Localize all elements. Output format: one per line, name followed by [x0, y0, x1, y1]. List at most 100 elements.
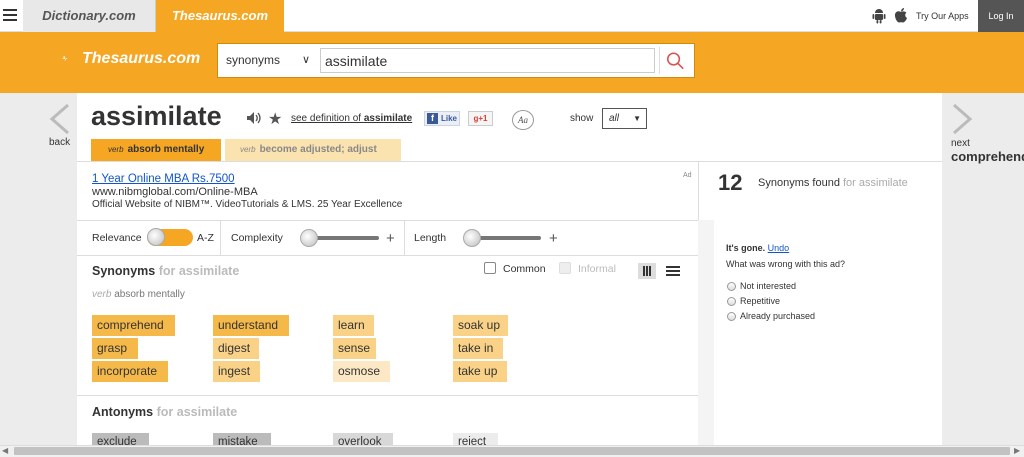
facebook-like-label: Like	[441, 114, 458, 123]
antonyms-heading-label: Antonyms	[92, 405, 154, 419]
synonyms-found-label: Synonyms found	[758, 177, 840, 189]
chevron-down-icon[interactable]: ∨	[302, 44, 310, 77]
antonyms-heading: Antonyms for assimilate	[92, 405, 237, 419]
complexity-plus-icon[interactable]: +	[386, 231, 395, 246]
android-icon[interactable]	[872, 8, 886, 24]
length-slider[interactable]	[473, 236, 541, 240]
caret-down-icon: ▼	[633, 114, 641, 123]
informal-label: Informal	[578, 263, 616, 275]
google-plus-button[interactable]: g+1	[468, 111, 493, 126]
login-button[interactable]: Log In	[978, 0, 1024, 32]
scroll-right-icon[interactable]: ▶	[1014, 446, 1020, 455]
synonym-count: 12	[718, 170, 743, 195]
complexity-label: Complexity	[231, 232, 283, 244]
font-size-icon[interactable]: Aa	[512, 110, 534, 130]
top-nav: Dictionary.com Thesaurus.com Try Our App…	[0, 0, 1024, 32]
synonyms-heading-suffix: for assimilate	[158, 264, 240, 278]
apple-icon[interactable]	[894, 7, 908, 24]
site-logo[interactable]: Thesaurus.com	[82, 50, 200, 68]
relevance-label: Relevance	[92, 232, 142, 244]
ad-feedback-question: What was wrong with this ad?	[726, 259, 846, 269]
undo-link[interactable]: Undo	[768, 243, 790, 253]
sidebar-gap	[698, 220, 714, 457]
divider	[77, 395, 698, 396]
antonyms-heading-suffix: for assimilate	[156, 405, 238, 419]
try-our-apps-link[interactable]: Try Our Apps	[916, 0, 969, 32]
synonyms-heading: Synonyms for assimilate	[92, 264, 239, 278]
show-label: show	[570, 113, 594, 124]
list-view-icon[interactable]	[664, 263, 682, 279]
synonym-word[interactable]: incorporate	[92, 361, 168, 382]
synonym-word[interactable]: grasp	[92, 338, 138, 359]
scroll-left-icon[interactable]: ◀	[2, 446, 8, 455]
search-bar: synonyms ∨	[217, 43, 695, 78]
grid-view-icon[interactable]	[638, 263, 656, 279]
synonym-word[interactable]: comprehend	[92, 315, 175, 336]
common-checkbox[interactable]	[484, 262, 496, 274]
synonyms-found-suffix: for assimilate	[843, 177, 908, 189]
not-interested-radio[interactable]	[727, 282, 736, 291]
see-definition-word: assimilate	[363, 113, 413, 124]
ad-badge: Ad	[683, 172, 692, 179]
sense-tab-absorb-mentally[interactable]: verb absorb mentally	[91, 139, 221, 161]
back-arrow-icon[interactable]	[48, 103, 72, 135]
ad-gone-text: It's gone. Undo	[726, 243, 789, 253]
complexity-slider[interactable]	[311, 236, 379, 240]
synonym-word[interactable]: osmose	[333, 361, 390, 382]
synonym-word[interactable]: learn	[333, 315, 374, 336]
synonym-word[interactable]: understand	[213, 315, 289, 336]
divider	[404, 221, 405, 255]
see-definition-prefix: see definition of	[291, 113, 364, 124]
facebook-like-button[interactable]: f Like	[424, 111, 460, 126]
synonyms-heading-label: Synonyms	[92, 264, 156, 278]
menu-icon[interactable]	[3, 9, 17, 21]
az-label: A-Z	[197, 232, 214, 244]
google-plus-label: +1	[478, 114, 488, 123]
synonym-word[interactable]: take in	[453, 338, 503, 359]
ad-title-link[interactable]: 1 Year Online MBA Rs.7500	[92, 173, 235, 185]
repetitive-label: Repetitive	[740, 296, 781, 306]
tab-dictionary[interactable]: Dictionary.com	[23, 0, 156, 32]
star-icon[interactable]: ★	[268, 109, 282, 129]
ad-url[interactable]: www.nibmglobal.com/Online-MBA	[92, 186, 258, 198]
synonym-word[interactable]: sense	[333, 338, 376, 359]
repetitive-radio[interactable]	[727, 297, 736, 306]
page-title: assimilate	[91, 101, 222, 131]
next-word[interactable]: comprehend	[951, 149, 1024, 164]
see-definition-link[interactable]: see definition of assimilate	[291, 113, 412, 124]
speaker-icon[interactable]	[246, 111, 262, 125]
already-purchased-label: Already purchased	[740, 311, 816, 321]
search-type-select[interactable]: synonyms	[226, 44, 280, 77]
synonym-word[interactable]: take up	[453, 361, 507, 382]
length-plus-icon[interactable]: +	[549, 231, 558, 246]
next-arrow-icon[interactable]	[950, 103, 974, 135]
length-slider-handle[interactable]	[463, 229, 481, 247]
synonyms-found-text: Synonyms found for assimilate	[758, 177, 908, 189]
sense-pos: verb	[92, 289, 112, 300]
synonym-word[interactable]: ingest	[213, 361, 260, 382]
divider	[220, 221, 221, 255]
tab-thesaurus[interactable]: Thesaurus.com	[156, 0, 284, 32]
length-label: Length	[414, 232, 447, 244]
next-link[interactable]: next	[951, 138, 970, 149]
already-purchased-radio[interactable]	[727, 312, 736, 321]
common-label: Common	[503, 263, 546, 275]
sense-pos: verb	[240, 145, 256, 154]
search-input[interactable]	[320, 48, 655, 73]
show-select[interactable]: all ▼	[602, 108, 647, 129]
complexity-slider-handle[interactable]	[300, 229, 318, 247]
back-link[interactable]: back	[49, 137, 70, 148]
synonym-word[interactable]: digest	[213, 338, 259, 359]
sense-label: become adjusted; adjust	[259, 144, 377, 155]
synonyms-sense: verb absorb mentally	[92, 289, 185, 300]
informal-checkbox[interactable]	[559, 262, 571, 274]
sense-tab-become-adjusted[interactable]: verb become adjusted; adjust	[225, 139, 401, 161]
synonym-word[interactable]: soak up	[453, 315, 508, 336]
sense-label: absorb mentally	[127, 144, 205, 155]
scrollbar-thumb[interactable]	[14, 447, 1010, 455]
ad-description: Official Website of NIBM™. VideoTutorial…	[92, 199, 403, 210]
search-icon[interactable]	[659, 47, 691, 74]
toggle-knob[interactable]	[147, 228, 165, 246]
not-interested-label: Not interested	[740, 281, 797, 291]
show-select-value: all	[609, 113, 620, 124]
